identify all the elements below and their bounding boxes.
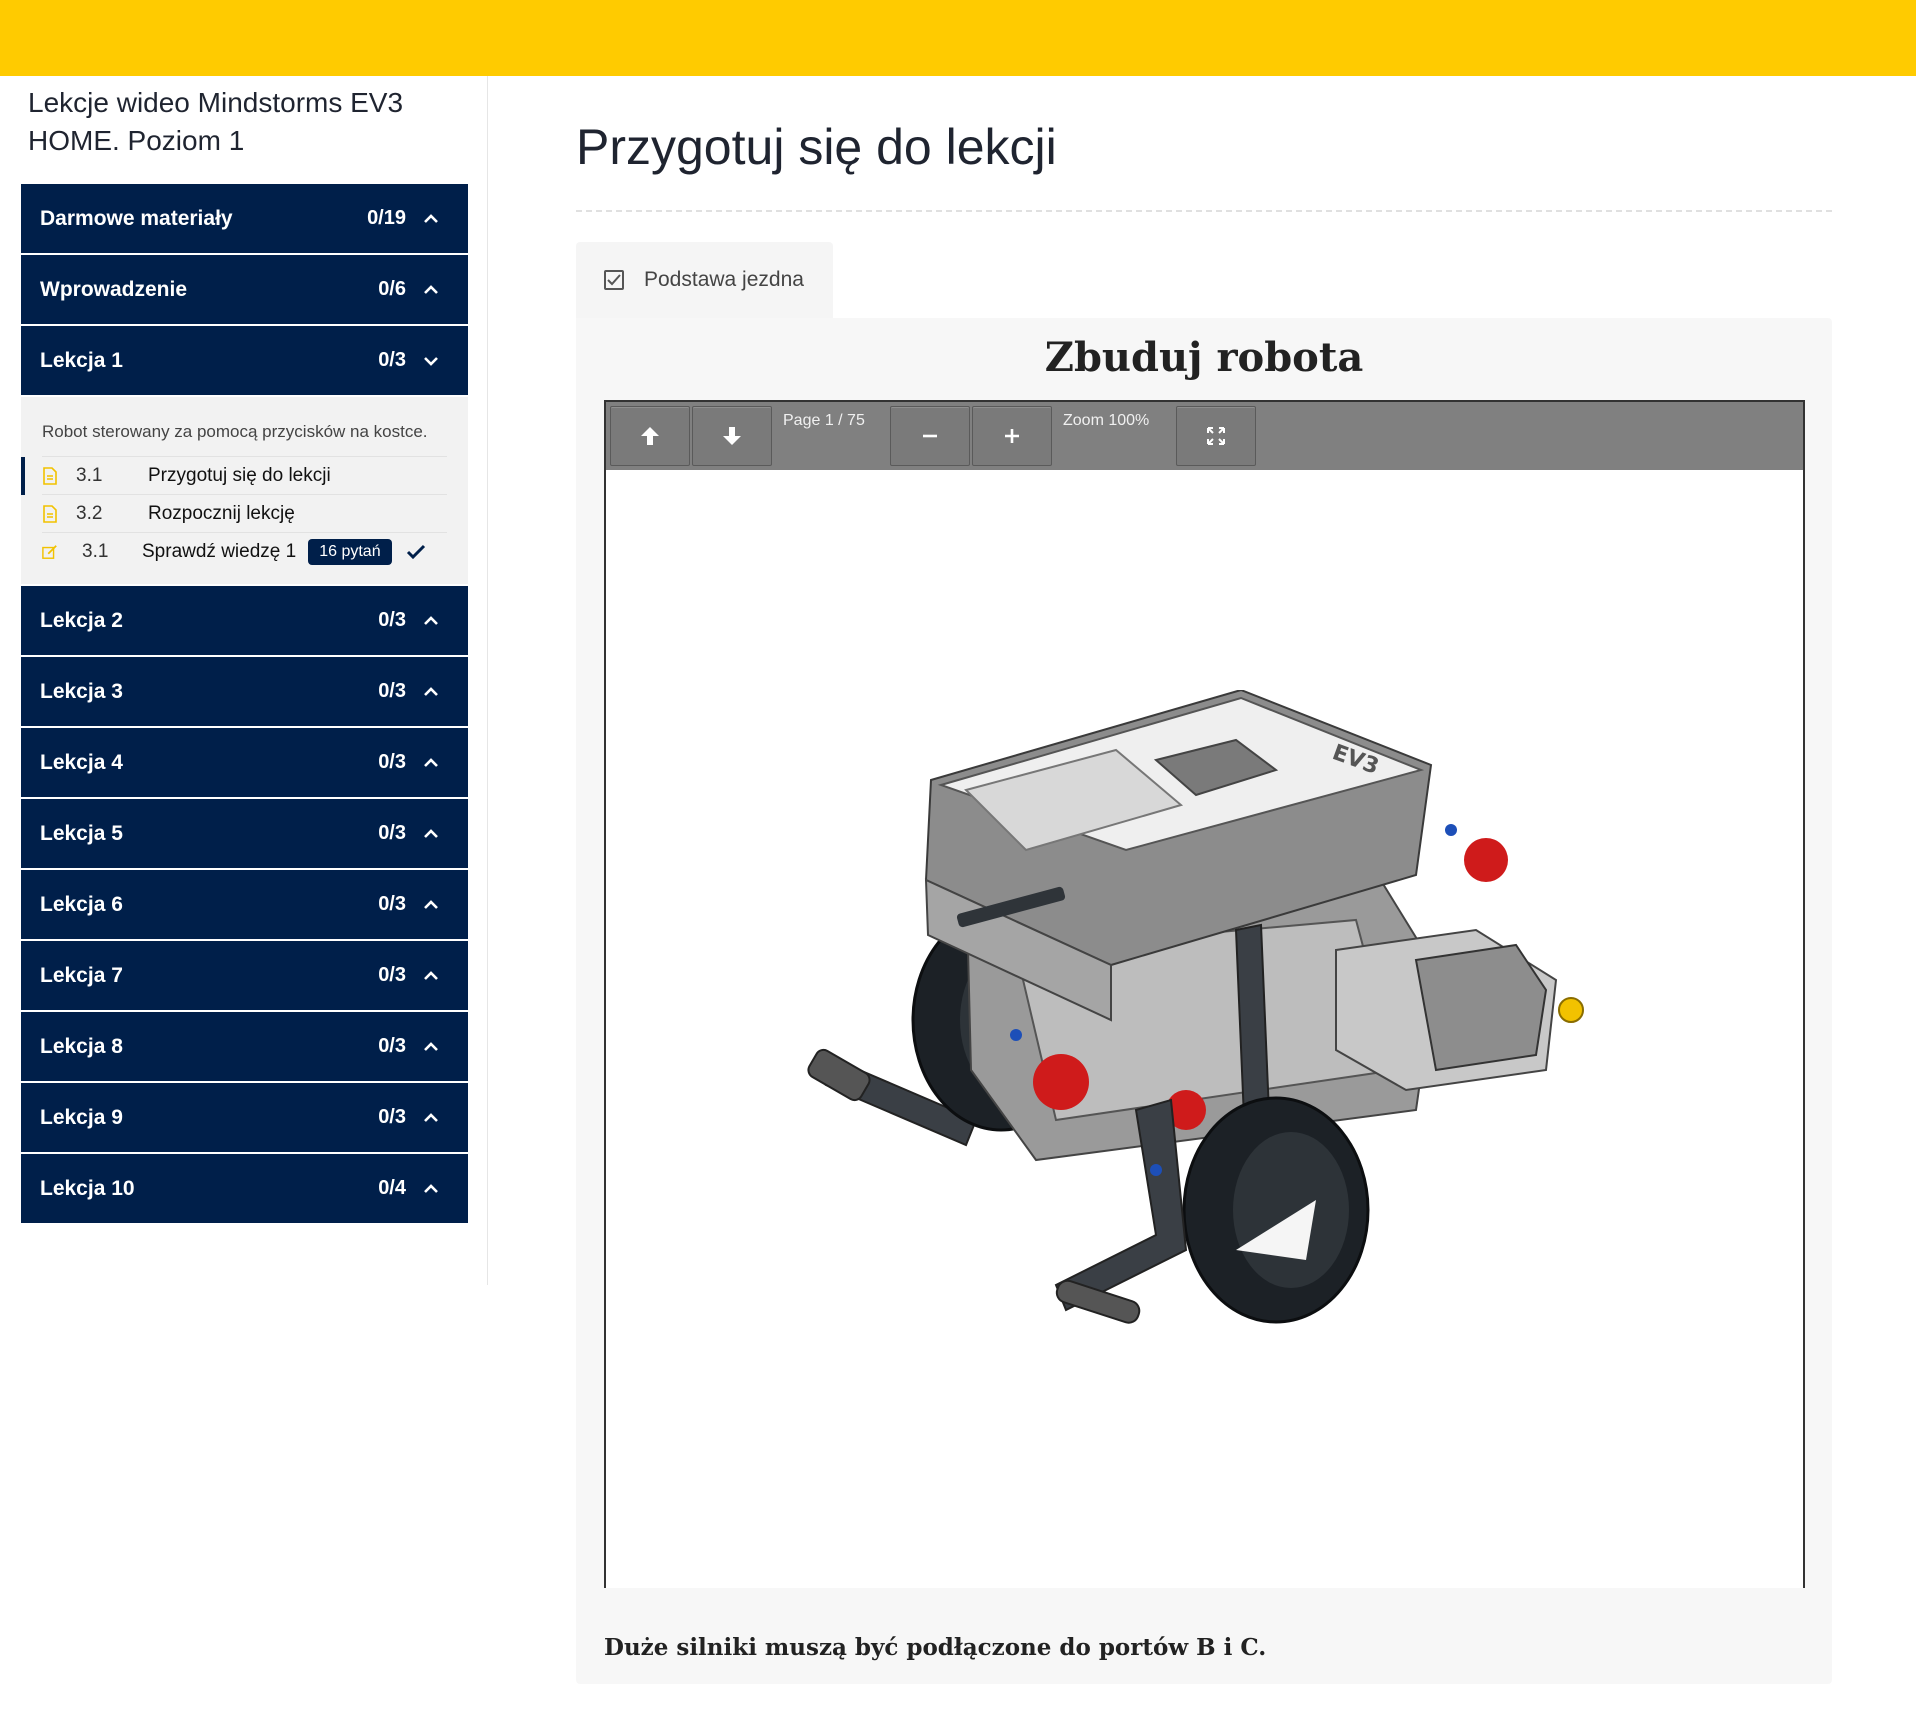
quiz-edit-icon	[42, 543, 64, 561]
chevron-up-icon	[422, 683, 440, 701]
section-header-lesson-4[interactable]: Lekcja 4 0/3	[21, 728, 468, 799]
arrow-up-icon	[641, 427, 659, 445]
lesson-title: Sprawdź wiedzę 1	[142, 540, 297, 562]
chevron-up-icon	[422, 1109, 440, 1127]
checkbox-checked-icon	[604, 270, 624, 290]
content-panel: Zbuduj robota Page 1 / 75 Zoom 100% EV3 …	[576, 318, 1832, 1684]
section-header-lesson-3[interactable]: Lekcja 3 0/3	[21, 657, 468, 728]
chevron-up-icon	[422, 825, 440, 843]
minus-icon	[923, 434, 937, 438]
chevron-up-icon	[422, 1038, 440, 1056]
section-header-lesson-5[interactable]: Lekcja 5 0/3	[21, 799, 468, 870]
section-label: Lekcja 4	[40, 750, 123, 774]
tab-label: Podstawa jezdna	[644, 268, 804, 291]
section-label: Darmowe materiały	[40, 206, 233, 230]
section-header-lesson-7[interactable]: Lekcja 7 0/3	[21, 941, 468, 1012]
section-progress: 0/3	[378, 1035, 406, 1057]
course-sidebar: Lekcje wideo Mindstorms EV3 HOME. Poziom…	[0, 76, 488, 1285]
section-progress: 0/19	[367, 207, 406, 229]
section-header-lesson-10[interactable]: Lekcja 10 0/4	[21, 1154, 468, 1225]
document-icon	[42, 466, 64, 485]
section-header-lesson-1[interactable]: Lekcja 1 0/3	[21, 326, 468, 397]
chevron-up-icon	[422, 1180, 440, 1198]
chevron-up-icon	[422, 210, 440, 228]
lesson-number: 3.1	[82, 540, 109, 562]
zoom-in-button[interactable]	[972, 406, 1052, 466]
section-label: Wprowadzenie	[40, 277, 188, 301]
section-header-lesson-2[interactable]: Lekcja 2 0/3	[21, 586, 468, 657]
zoom-out-button[interactable]	[890, 406, 970, 466]
section-progress: 0/3	[378, 1106, 406, 1128]
lesson-accordion: Darmowe materiały 0/19 Wprowadzenie 0/6 …	[21, 184, 468, 1225]
section-label: Lekcja 3	[40, 679, 123, 703]
arrow-down-icon	[723, 427, 741, 445]
section-body-lesson-1: Robot sterowany za pomocą przycisków na …	[21, 397, 468, 586]
section-label: Lekcja 8	[40, 1034, 123, 1058]
course-title: Lekcje wideo Mindstorms EV3 HOME. Poziom…	[28, 87, 404, 156]
next-page-button[interactable]	[692, 406, 772, 466]
page-title: Przygotuj się do lekcji	[576, 119, 1057, 175]
section-progress: 0/3	[378, 751, 406, 773]
lesson-item-quiz[interactable]: 3.1 Sprawdź wiedzę 1 16 pytań	[42, 532, 447, 570]
pdf-viewer: Page 1 / 75 Zoom 100% EV3	[604, 400, 1805, 1588]
section-header-free-materials[interactable]: Darmowe materiały 0/19	[21, 184, 468, 255]
question-count-badge: 16 pytań	[308, 538, 392, 565]
section-label: Lekcja 6	[40, 892, 123, 916]
section-progress: 0/3	[378, 822, 406, 844]
section-progress: 0/3	[378, 609, 406, 631]
chevron-up-icon	[422, 896, 440, 914]
section-header-lesson-9[interactable]: Lekcja 9 0/3	[21, 1083, 468, 1154]
chevron-up-icon	[422, 754, 440, 772]
section-label: Lekcja 9	[40, 1105, 123, 1129]
robot-wheel-right	[1182, 1096, 1370, 1324]
lesson-item-start[interactable]: 3.2 Rozpocznij lekcję	[42, 494, 447, 532]
chevron-down-icon	[422, 352, 440, 370]
section-progress: 0/3	[378, 680, 406, 702]
chevron-up-icon	[422, 612, 440, 630]
section-progress: 0/6	[378, 278, 406, 300]
top-bar	[0, 0, 1916, 76]
instruction-caption: Duże silniki muszą być podłączone do por…	[604, 1634, 1267, 1661]
section-header-lesson-8[interactable]: Lekcja 8 0/3	[21, 1012, 468, 1083]
completed-check-icon	[406, 544, 426, 560]
section-progress: 0/4	[378, 1177, 406, 1199]
page-indicator: Page 1 / 75	[783, 412, 865, 429]
document-icon	[42, 504, 64, 523]
lesson-title: Przygotuj się do lekcji	[148, 464, 331, 486]
chevron-up-icon	[422, 967, 440, 985]
section-description: Robot sterowany za pomocą przycisków na …	[42, 422, 428, 441]
panel-heading: Zbuduj robota	[1044, 334, 1364, 381]
section-label: Lekcja 1	[40, 348, 123, 372]
section-header-lesson-6[interactable]: Lekcja 6 0/3	[21, 870, 468, 941]
section-label: Lekcja 7	[40, 963, 123, 987]
fullscreen-icon	[1207, 427, 1225, 445]
title-divider	[576, 210, 1832, 212]
tab-podstawa-jezdna[interactable]: Podstawa jezdna	[576, 242, 833, 318]
section-label: Lekcja 10	[40, 1176, 135, 1200]
zoom-indicator: Zoom 100%	[1063, 412, 1150, 429]
fullscreen-button[interactable]	[1176, 406, 1256, 466]
lesson-number: 3.1	[76, 464, 103, 486]
chevron-up-icon	[422, 281, 440, 299]
lesson-number: 3.2	[76, 502, 103, 524]
robot-illustration: EV3	[807, 690, 1584, 1324]
previous-page-button[interactable]	[610, 406, 690, 466]
section-progress: 0/3	[378, 349, 406, 371]
plus-icon	[1005, 429, 1019, 443]
section-header-introduction[interactable]: Wprowadzenie 0/6	[21, 255, 468, 326]
viewer-page-canvas[interactable]: EV3	[606, 470, 1803, 1588]
viewer-toolbar: Page 1 / 75 Zoom 100%	[606, 402, 1803, 470]
lesson-item-prepare[interactable]: 3.1 Przygotuj się do lekcji	[21, 456, 447, 495]
lesson-title: Rozpocznij lekcję	[148, 502, 295, 524]
section-label: Lekcja 5	[40, 821, 123, 845]
section-progress: 0/3	[378, 893, 406, 915]
section-label: Lekcja 2	[40, 608, 123, 632]
section-progress: 0/3	[378, 964, 406, 986]
